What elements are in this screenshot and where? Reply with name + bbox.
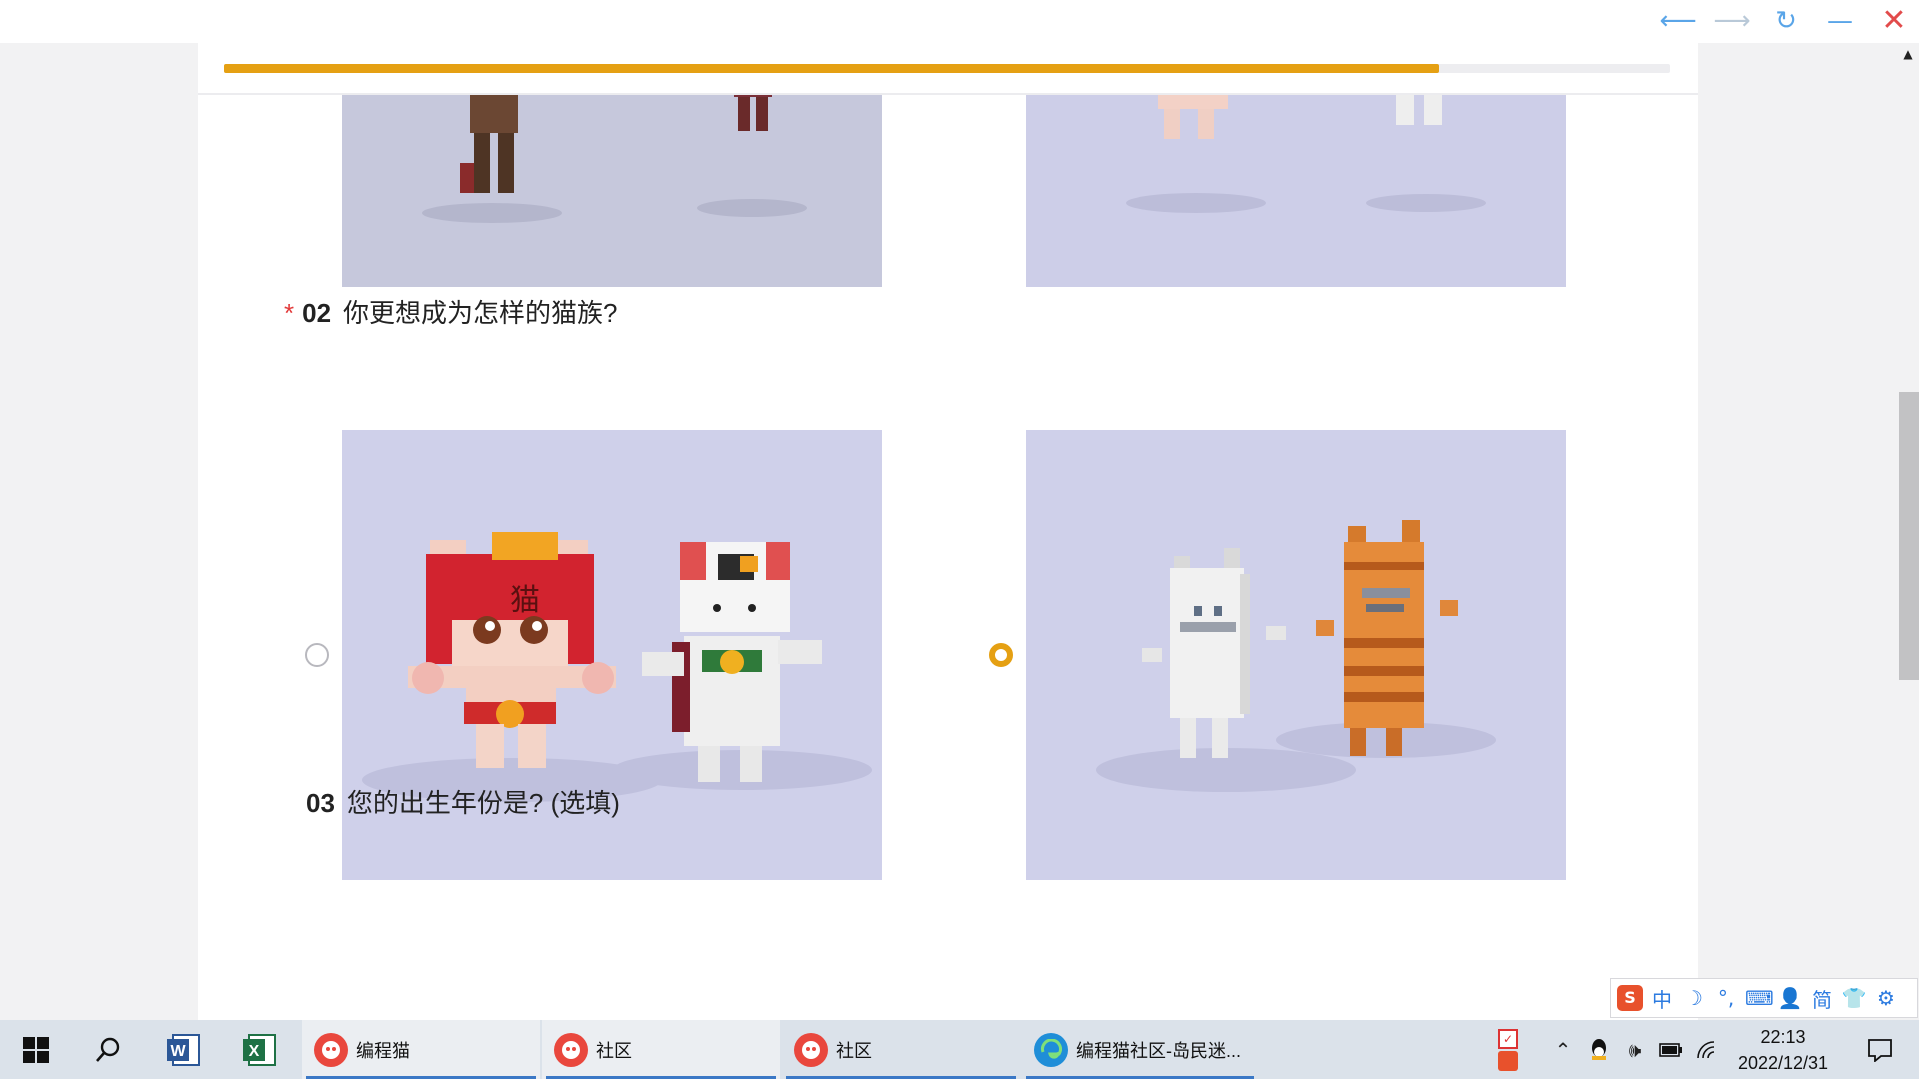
word-icon[interactable]: W	[160, 1020, 206, 1079]
required-mark: *	[284, 298, 295, 328]
taskbar-app-label: 社区	[836, 1040, 872, 1061]
taskbar-app-label: 编程猫	[356, 1040, 410, 1061]
taskbar-app-label: 编程猫社区-岛民迷...	[1076, 1040, 1241, 1061]
excel-icon[interactable]: X	[236, 1020, 282, 1079]
battery-icon[interactable]	[1654, 1020, 1688, 1079]
taskbar: W X 编程猫 社区 社区 编程猫社区-岛民迷... ✓ ⌃ 🕪 22:13 2…	[0, 1020, 1919, 1079]
app-logo-icon	[794, 1032, 828, 1067]
tray-pinned-apps: ✓	[1490, 1020, 1526, 1079]
question-03-title: 03 您的出生年份是? (选填)	[306, 783, 620, 820]
ime-settings-icon[interactable]: ⚙	[1873, 986, 1899, 1010]
doc-tool-icon[interactable]: ✓	[1498, 1028, 1518, 1049]
question-text: 你更想成为怎样的猫族?	[343, 298, 618, 328]
sogou-tray-icon[interactable]	[1498, 1050, 1518, 1071]
refresh-icon[interactable]: ↻	[1764, 4, 1808, 38]
ime-toolbar: S 中 ☽ °, ⌨ 👤 简 👕 ⚙	[1610, 978, 1918, 1018]
svg-text:X: X	[249, 1043, 260, 1060]
start-icon[interactable]	[14, 1020, 58, 1079]
scrollbar-thumb[interactable]	[1899, 392, 1919, 680]
clock-time: 22:13	[1760, 1027, 1806, 1047]
taskbar-app-edge-browser[interactable]: 编程猫社区-岛民迷...	[1022, 1020, 1258, 1079]
ime-simplified-icon[interactable]: 简	[1809, 984, 1835, 1013]
ime-half-width-icon[interactable]: ☽	[1681, 986, 1707, 1010]
taskbar-app-shequ-2[interactable]: 社区	[782, 1020, 1020, 1079]
search-icon[interactable]	[86, 1020, 130, 1079]
survey-page: * 02 你更想成为怎样的猫族? 猫 03 您的出生年份是? (选填)	[198, 43, 1698, 1020]
question-number: 03	[306, 788, 335, 818]
app-logo-icon	[554, 1032, 588, 1067]
app-logo-icon	[314, 1032, 348, 1067]
question-02-title: * 02 你更想成为怎样的猫族?	[284, 293, 618, 330]
ime-punctuation-icon[interactable]: °,	[1713, 986, 1739, 1010]
edge-icon	[1034, 1032, 1068, 1067]
sogou-ime-logo-icon[interactable]: S	[1617, 985, 1643, 1011]
clock-date: 2022/12/31	[1737, 1053, 1829, 1073]
scroll-up-arrow-icon[interactable]: ▲	[1898, 44, 1918, 64]
ime-user-icon[interactable]: 👤	[1777, 986, 1803, 1010]
system-clock[interactable]: 22:13 2022/12/31	[1718, 1024, 1848, 1076]
question-02-option-2-image[interactable]	[1026, 430, 1566, 880]
progress-bar-fill	[224, 64, 1439, 73]
notification-center-icon[interactable]	[1856, 1020, 1904, 1079]
close-icon[interactable]: ✕	[1872, 4, 1916, 38]
forward-arrow-icon[interactable]: ⟶	[1710, 4, 1754, 38]
minimize-icon[interactable]: —	[1818, 4, 1862, 38]
ime-skin-icon[interactable]: 👕	[1841, 986, 1867, 1010]
qq-icon[interactable]	[1582, 1020, 1616, 1079]
back-arrow-icon[interactable]: ⟵	[1656, 4, 1700, 38]
progress-bar	[224, 64, 1670, 73]
show-hidden-icon[interactable]: ⌃	[1546, 1020, 1580, 1079]
svg-text:猫: 猫	[510, 583, 540, 618]
volume-icon[interactable]: 🕪	[1618, 1020, 1652, 1079]
ime-keyboard-icon[interactable]: ⌨	[1745, 986, 1774, 1010]
svg-text:W: W	[170, 1043, 186, 1060]
window-title-bar: ⟵ ⟶ ↻ — ✕	[0, 0, 1919, 43]
ime-chinese-mode-icon[interactable]: 中	[1649, 984, 1675, 1013]
question-text: 您的出生年份是? (选填)	[346, 788, 620, 818]
question-number: 02	[302, 298, 332, 328]
taskbar-app-shequ-1[interactable]: 社区	[542, 1020, 780, 1079]
question-02-option-2-radio[interactable]	[989, 643, 1013, 667]
taskbar-app-label: 社区	[596, 1040, 632, 1061]
question-02-option-1-radio[interactable]	[305, 643, 329, 667]
white-cat-and-orange-tabby-cat-image	[1026, 430, 1566, 880]
taskbar-app-biancheng-mao[interactable]: 编程猫	[302, 1020, 540, 1079]
progress-header	[198, 43, 1698, 95]
